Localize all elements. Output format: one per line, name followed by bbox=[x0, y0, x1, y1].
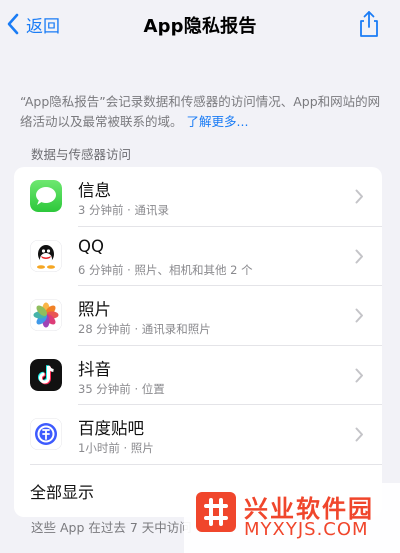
list-item-qq[interactable]: QQ 6 分钟前 · 照片、相机和其他 2 个 bbox=[14, 227, 382, 286]
chevron-right-icon bbox=[355, 368, 363, 382]
access-detail: 3 分钟前 · 通讯录 bbox=[78, 203, 169, 217]
share-icon[interactable] bbox=[356, 10, 382, 38]
chevron-right-icon bbox=[355, 189, 363, 204]
list-item-baidu-tieba[interactable]: 百度贴吧 1小时前 · 照片 bbox=[14, 405, 382, 465]
show-all-button[interactable]: 全部显示 bbox=[30, 479, 94, 503]
chevron-right-icon bbox=[355, 427, 363, 442]
list-item-photos[interactable]: 照片 28 分钟前 · 通讯录和照片 bbox=[14, 286, 382, 346]
app-name: 照片 bbox=[78, 300, 111, 319]
watermark-logo bbox=[196, 492, 236, 532]
app-name: QQ bbox=[78, 236, 104, 256]
access-detail: 35 分钟前 · 位置 bbox=[78, 381, 165, 396]
page-title: App隐私报告 bbox=[143, 16, 257, 37]
baidu-tieba-app-icon bbox=[30, 418, 62, 450]
douyin-app-icon bbox=[30, 358, 62, 391]
watermark: 兴业软件园 MYXYJS.COM bbox=[184, 483, 400, 553]
learn-more-link[interactable]: 了解更多... bbox=[187, 114, 249, 129]
app-name: 信息 bbox=[78, 181, 111, 200]
footer-note: 这些 App 在过去 7 天中访问 bbox=[31, 520, 192, 535]
section-header: 数据与传感器访问 bbox=[31, 147, 132, 162]
row-divider bbox=[30, 463, 382, 465]
access-detail: 28 分钟前 · 通讯录和照片 bbox=[78, 322, 211, 336]
navigation-bar: 返回 App隐私报告 bbox=[0, 0, 400, 50]
chevron-right-icon bbox=[355, 249, 363, 263]
photos-app-icon bbox=[30, 299, 62, 331]
list-item-douyin[interactable]: 抖音 35 分钟前 · 位置 bbox=[14, 346, 382, 405]
qq-app-icon bbox=[30, 239, 62, 272]
chevron-right-icon bbox=[355, 308, 363, 323]
list-item-messages[interactable]: 信息 3 分钟前 · 通讯录 bbox=[14, 167, 382, 227]
watermark-url: MYXYJS.COM bbox=[244, 519, 369, 540]
access-detail: 6 分钟前 · 照片、相机和其他 2 个 bbox=[78, 262, 253, 277]
app-name: 抖音 bbox=[78, 359, 111, 379]
access-detail: 1小时前 · 照片 bbox=[78, 441, 154, 455]
app-name: 百度贴吧 bbox=[78, 419, 144, 438]
intro-description: “App隐私报告”会记录数据和传感器的访问情况、App和网站的网络活动以及最常被… bbox=[20, 92, 382, 132]
messages-app-icon bbox=[30, 180, 62, 212]
app-list: 信息 3 分钟前 · 通讯录 QQ 6 分钟前 · 照片、相机和其他 2 个 照… bbox=[14, 167, 382, 517]
